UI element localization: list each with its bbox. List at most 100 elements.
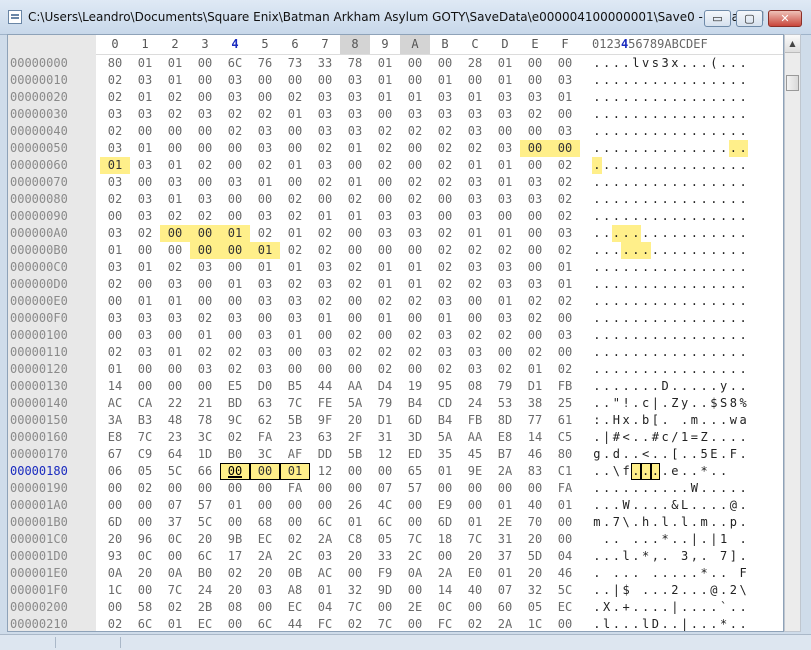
hex-byte-cell[interactable]: FB: [550, 378, 580, 395]
hex-byte-cell[interactable]: 31: [370, 429, 400, 446]
hex-byte-cell[interactable]: 01: [160, 72, 190, 89]
hex-byte-cell[interactable]: 02: [190, 344, 220, 361]
hex-byte-cell[interactable]: 03: [190, 361, 220, 378]
hex-byte-cell[interactable]: 00: [250, 480, 280, 497]
hex-byte-cell[interactable]: 00: [400, 72, 430, 89]
ascii-text[interactable]: g. d.. <..[.. 5 E. F.: [592, 446, 748, 463]
hex-byte-cell[interactable]: 01: [160, 293, 190, 310]
hex-byte-cell[interactable]: A8: [280, 582, 310, 599]
hex-byte-cell[interactable]: 02: [430, 140, 460, 157]
hex-byte-cell[interactable]: 01: [400, 89, 430, 106]
hex-byte-cell[interactable]: 02: [490, 327, 520, 344]
hex-byte-cell[interactable]: 03: [460, 259, 490, 276]
hex-byte-cell[interactable]: AA: [460, 429, 490, 446]
hex-byte-cell[interactable]: 00: [460, 480, 490, 497]
hex-byte-cell[interactable]: 03: [460, 191, 490, 208]
hex-byte-cell[interactable]: 02: [520, 106, 550, 123]
hex-byte-cell[interactable]: 1D: [190, 446, 220, 463]
hex-byte-cell[interactable]: 00: [250, 463, 280, 480]
hex-byte-cell[interactable]: 03: [490, 259, 520, 276]
hex-byte-cell[interactable]: 9E: [460, 463, 490, 480]
ascii-text[interactable]: ................: [592, 361, 748, 378]
hex-byte-cell[interactable]: 0C: [430, 599, 460, 616]
hex-byte-cell[interactable]: 00: [220, 293, 250, 310]
hex-byte-cell[interactable]: 2C: [400, 548, 430, 565]
hex-byte-cell[interactable]: 01: [100, 157, 130, 174]
hex-byte-cell[interactable]: 00: [130, 174, 160, 191]
ascii-text[interactable]: .. "!. c |. Zy.. $ S 8%: [592, 395, 748, 412]
hex-byte-cell[interactable]: 5A: [340, 395, 370, 412]
hex-byte-cell[interactable]: FE: [310, 395, 340, 412]
hex-byte-cell[interactable]: ED: [400, 446, 430, 463]
hex-byte-cell[interactable]: 7C: [340, 599, 370, 616]
ascii-text[interactable]: .... l v s 3 x...(...: [592, 55, 748, 72]
hex-byte-cell[interactable]: 03: [340, 123, 370, 140]
hex-byte-cell[interactable]: 00: [220, 208, 250, 225]
hex-byte-cell[interactable]: 00: [550, 344, 580, 361]
hex-byte-cell[interactable]: 00: [340, 480, 370, 497]
hex-byte-cell[interactable]: 00: [130, 582, 160, 599]
hex-byte-cell[interactable]: 8D: [490, 412, 520, 429]
hex-byte-cell[interactable]: 01: [460, 514, 490, 531]
hex-byte-cell[interactable]: 00: [340, 361, 370, 378]
hex-byte-cell[interactable]: 00: [220, 259, 250, 276]
hex-byte-cell[interactable]: 00: [400, 616, 430, 631]
hex-byte-cell[interactable]: 02: [220, 565, 250, 582]
hex-byte-cell[interactable]: 2E: [400, 599, 430, 616]
hex-byte-cell[interactable]: B4: [430, 412, 460, 429]
hex-byte-cell[interactable]: 3D: [400, 429, 430, 446]
hex-byte-cell[interactable]: 01: [490, 565, 520, 582]
hex-byte-cell[interactable]: 2F: [340, 429, 370, 446]
hex-byte-cell[interactable]: 03: [310, 157, 340, 174]
hex-byte-cell[interactable]: 2B: [190, 599, 220, 616]
hex-byte-cell[interactable]: 21: [190, 395, 220, 412]
hex-byte-cell[interactable]: 00: [400, 310, 430, 327]
hex-byte-cell[interactable]: 6C: [220, 55, 250, 72]
hex-byte-cell[interactable]: 03: [430, 89, 460, 106]
hex-byte-cell[interactable]: 4C: [370, 497, 400, 514]
hex-byte-cell[interactable]: 00: [520, 157, 550, 174]
hex-byte-cell[interactable]: 01: [160, 157, 190, 174]
hex-byte-cell[interactable]: 00: [190, 242, 220, 259]
hex-byte-cell[interactable]: 03: [310, 344, 340, 361]
hex-byte-cell[interactable]: 03: [550, 327, 580, 344]
hex-byte-cell[interactable]: 14: [520, 429, 550, 446]
hex-byte-cell[interactable]: 00: [340, 157, 370, 174]
hex-byte-cell[interactable]: 9C: [220, 412, 250, 429]
hex-byte-cell[interactable]: 02: [190, 310, 220, 327]
hex-byte-cell[interactable]: 07: [370, 480, 400, 497]
hex-byte-cell[interactable]: 26: [340, 497, 370, 514]
hex-byte-cell[interactable]: 03: [430, 344, 460, 361]
hex-byte-cell[interactable]: 01: [160, 55, 190, 72]
hex-byte-cell[interactable]: AC: [100, 395, 130, 412]
hex-byte-cell[interactable]: 03: [490, 140, 520, 157]
hex-byte-cell[interactable]: 02: [280, 191, 310, 208]
hex-byte-cell[interactable]: 02: [520, 310, 550, 327]
hex-byte-cell[interactable]: 00: [370, 242, 400, 259]
hex-byte-cell[interactable]: 44: [280, 616, 310, 631]
hex-byte-cell[interactable]: C1: [550, 463, 580, 480]
ascii-text[interactable]: ... W.... & L.... @.: [592, 497, 748, 514]
hex-byte-cell[interactable]: 00: [520, 140, 550, 157]
hex-byte-cell[interactable]: 03: [130, 106, 160, 123]
hex-byte-cell[interactable]: 6C: [190, 548, 220, 565]
ascii-text[interactable]: ................: [592, 293, 748, 310]
hex-byte-cell[interactable]: 00: [430, 208, 460, 225]
hex-byte-cell[interactable]: 00: [220, 157, 250, 174]
hex-byte-cell[interactable]: 01: [370, 276, 400, 293]
hex-byte-cell[interactable]: 01: [370, 310, 400, 327]
hex-byte-cell[interactable]: 03: [340, 72, 370, 89]
hex-byte-cell[interactable]: 20: [340, 548, 370, 565]
hex-byte-cell[interactable]: 00: [280, 123, 310, 140]
hex-byte-cell[interactable]: 01: [370, 72, 400, 89]
hex-byte-cell[interactable]: 03: [520, 89, 550, 106]
hex-byte-cell[interactable]: 03: [100, 310, 130, 327]
hex-byte-cell[interactable]: 01: [220, 225, 250, 242]
hex-byte-cell[interactable]: 00: [250, 89, 280, 106]
hex-byte-cell[interactable]: E8: [100, 429, 130, 446]
hex-byte-cell[interactable]: 01: [340, 208, 370, 225]
hex-byte-cell[interactable]: 00: [460, 310, 490, 327]
hex-byte-cell[interactable]: 20: [220, 582, 250, 599]
hex-byte-cell[interactable]: 03: [160, 310, 190, 327]
hex-byte-cell[interactable]: 20: [100, 531, 130, 548]
